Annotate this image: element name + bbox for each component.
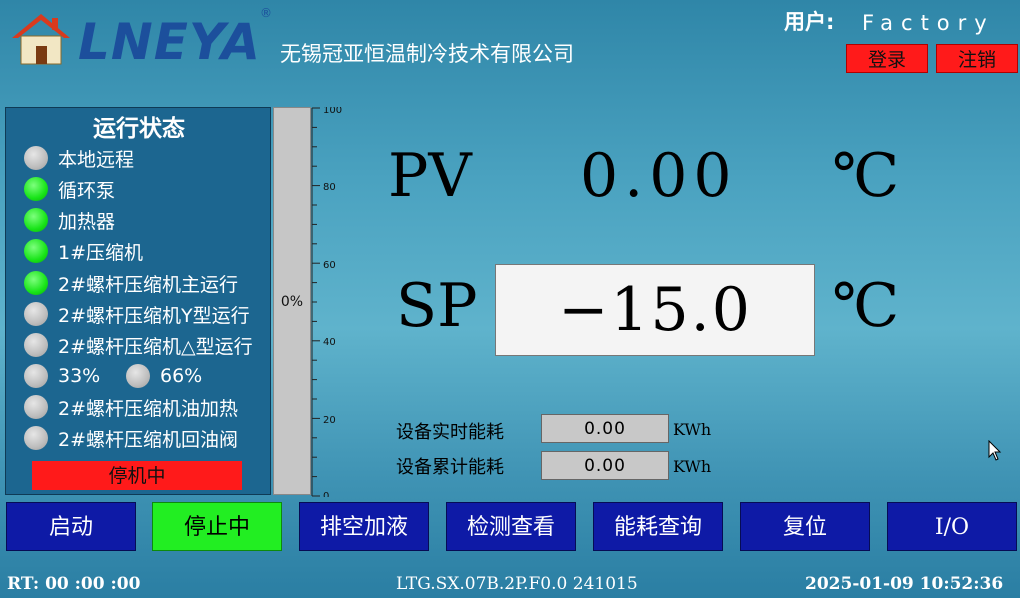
- login-button[interactable]: 登录: [846, 44, 928, 73]
- energy-query-button[interactable]: 能耗查询: [593, 502, 723, 551]
- system-datetime: 2025-01-09 10:52:36: [805, 574, 1004, 594]
- status-item-label: 循环泵: [58, 179, 116, 202]
- pv-label: PV: [388, 141, 472, 211]
- status-indicator-icon: [24, 333, 48, 357]
- status-indicator-icon: [126, 364, 150, 388]
- registered-mark: ®: [260, 6, 272, 20]
- io-button[interactable]: I/O: [887, 502, 1017, 551]
- mouse-cursor-icon: [988, 440, 1002, 461]
- status-item-oil-return-valve: 2#螺杆压缩机回油阀: [24, 425, 238, 451]
- status-item-screw-delta: 2#螺杆压缩机△型运行: [24, 332, 253, 358]
- drain-fill-button[interactable]: 排空加液: [299, 502, 429, 551]
- pv-value: 0.00: [580, 141, 738, 211]
- status-item-load-66: 66%: [126, 363, 202, 389]
- status-item-circulation-pump: 循环泵: [24, 176, 115, 202]
- sp-unit: ℃: [832, 271, 900, 341]
- status-item-label: 33%: [58, 365, 101, 387]
- reset-button[interactable]: 复位: [740, 502, 870, 551]
- sp-label: SP: [396, 271, 478, 341]
- total-energy-unit: KWh: [673, 457, 712, 476]
- status-indicator-icon: [24, 395, 48, 419]
- level-gauge-percent: 0%: [280, 294, 304, 310]
- run-status-panel: 运行状态 本地远程 循环泵 加热器 1#压缩机 2#螺杆压缩机主运行 2#螺杆压…: [5, 107, 271, 495]
- status-item-heater: 加热器: [24, 207, 115, 233]
- firmware-version: LTG.SX.07B.2P.F0.0 241015: [396, 574, 638, 594]
- gauge-tick-label: 40: [323, 337, 336, 348]
- logout-button[interactable]: 注销: [936, 44, 1018, 73]
- user-label: 用户:: [784, 10, 835, 34]
- status-item-label: 2#螺杆压缩机主运行: [58, 273, 239, 296]
- status-indicator-icon: [24, 208, 48, 232]
- total-energy-value: 0.00: [541, 451, 669, 480]
- realtime-energy-label: 设备实时能耗: [396, 422, 504, 443]
- status-item-oil-heater: 2#螺杆压缩机油加热: [24, 394, 238, 420]
- pv-unit: ℃: [832, 141, 900, 211]
- gauge-tick-label: 0: [323, 491, 329, 497]
- stop-button[interactable]: 停止中: [152, 502, 282, 551]
- gauge-tick-label: 80: [323, 182, 336, 193]
- status-item-label: 2#螺杆压缩机回油阀: [58, 428, 239, 451]
- status-indicator-icon: [24, 271, 48, 295]
- realtime-energy-value: 0.00: [541, 414, 669, 443]
- status-item-label: 2#螺杆压缩机油加热: [58, 397, 239, 420]
- status-indicator-icon: [24, 426, 48, 450]
- gauge-tick-label: 20: [323, 415, 336, 426]
- status-item-compressor-1: 1#压缩机: [24, 238, 143, 264]
- status-item-label: 1#压缩机: [58, 241, 144, 264]
- sp-value[interactable]: −15.0: [495, 274, 815, 346]
- status-item-label: 2#螺杆压缩机△型运行: [58, 335, 253, 358]
- logo-house-icon: [12, 14, 70, 65]
- status-item-label: 66%: [160, 365, 203, 387]
- status-indicator-icon: [24, 239, 48, 263]
- status-indicator-icon: [24, 146, 48, 170]
- runtime-readout: RT: 00 :00 :00: [7, 574, 141, 594]
- user-name: Factory: [862, 11, 995, 35]
- status-item-local-remote: 本地远程: [24, 145, 134, 171]
- status-item-label: 2#螺杆压缩机Y型运行: [58, 304, 250, 327]
- stopped-status-badge: 停机中: [32, 461, 242, 490]
- status-indicator-icon: [24, 302, 48, 326]
- status-indicator-icon: [24, 177, 48, 201]
- brand-logo: LNEYA: [78, 13, 261, 71]
- start-button[interactable]: 启动: [6, 502, 136, 551]
- status-indicator-icon: [24, 364, 48, 388]
- status-item-screw-y: 2#螺杆压缩机Y型运行: [24, 301, 250, 327]
- status-panel-title: 运行状态: [93, 116, 185, 142]
- company-name: 无锡冠亚恒温制冷技术有限公司: [280, 42, 574, 66]
- status-item-label: 本地远程: [58, 148, 135, 171]
- gauge-tick-label: 100: [323, 107, 342, 116]
- total-energy-label: 设备累计能耗: [396, 457, 504, 478]
- realtime-energy-unit: KWh: [673, 420, 712, 439]
- status-item-label: 加热器: [58, 210, 116, 233]
- inspection-view-button[interactable]: 检测查看: [446, 502, 576, 551]
- gauge-tick-label: 60: [323, 260, 336, 271]
- status-item-load-33: 33%: [24, 363, 100, 389]
- status-item-screw-main: 2#螺杆压缩机主运行: [24, 270, 238, 296]
- level-gauge-scale: 100 80 60 40 20 0: [311, 107, 342, 497]
